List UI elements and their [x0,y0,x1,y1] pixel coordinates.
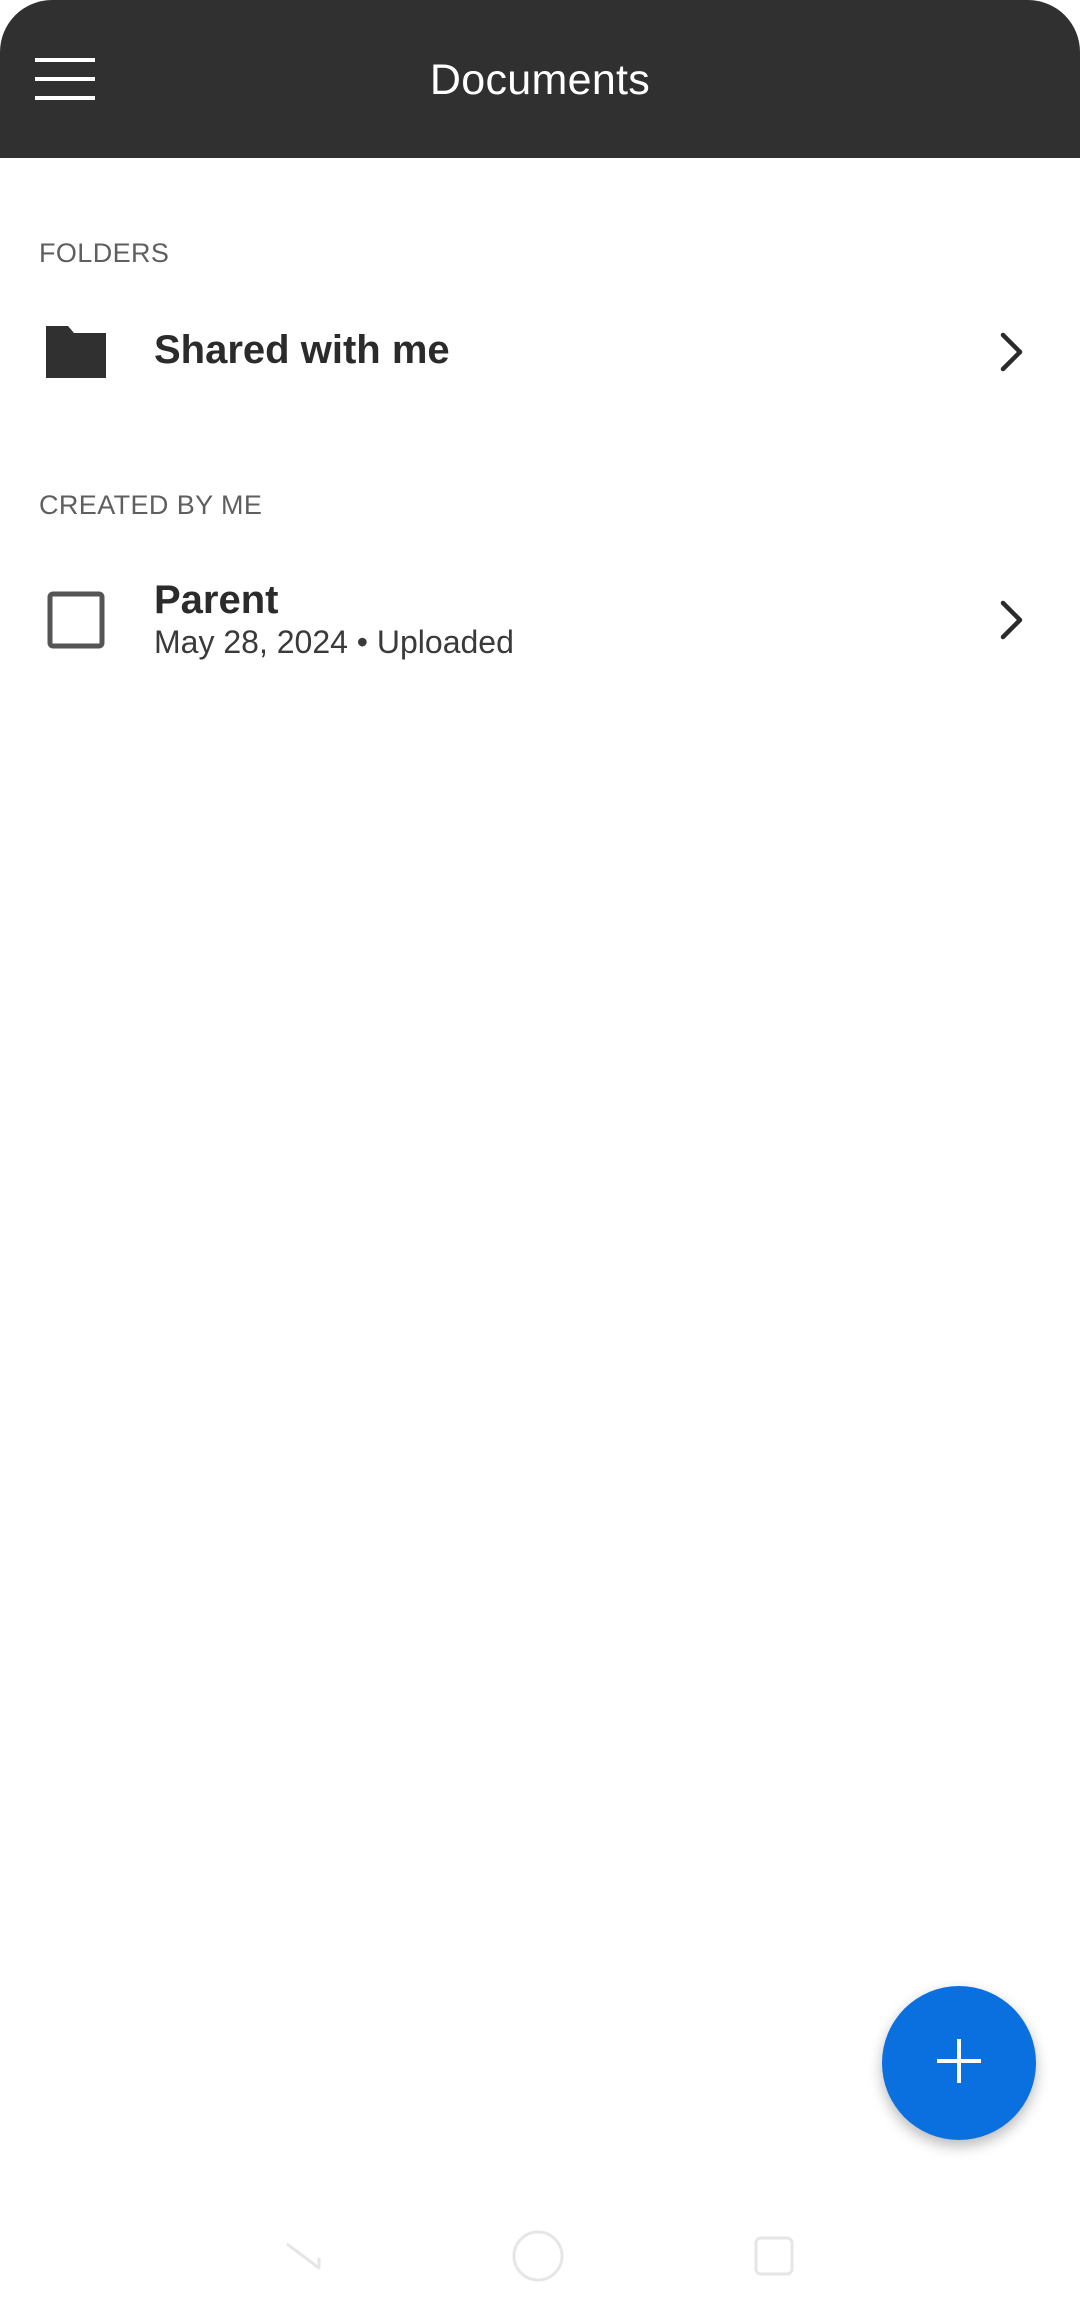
chevron-right-icon [990,322,1034,382]
chevron-right-icon [990,590,1034,650]
system-nav-bar [0,2200,1080,2312]
back-icon [279,2236,329,2281]
app-bar: Documents [0,0,1080,158]
recents-icon [752,2234,796,2283]
section-header-created-by-me: CREATED BY ME [39,490,263,520]
plus-icon [937,2038,981,2088]
document-meta: May 28, 2024 • Uploaded [154,624,514,660]
nav-home-button[interactable] [508,2228,568,2288]
nav-recents-button[interactable] [744,2228,804,2288]
nav-back-button[interactable] [274,2228,334,2288]
document-title: Parent [154,578,279,622]
folder-title: Shared with me [154,328,450,372]
add-button[interactable] [882,1986,1036,2140]
section-header-folders: FOLDERS [39,238,170,268]
folder-row-shared-with-me[interactable]: Shared with me [0,296,1080,408]
documents-screen: Documents FOLDERS Shared with me CREATED… [0,0,1080,2312]
page-title: Documents [429,56,651,104]
folder-icon [36,322,116,382]
document-icon [36,590,116,650]
home-icon [510,2228,566,2289]
document-row-parent[interactable]: Parent May 28, 2024 • Uploaded [0,560,1080,680]
